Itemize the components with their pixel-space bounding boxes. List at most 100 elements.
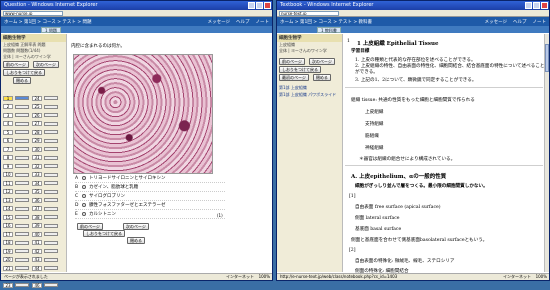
help-link[interactable]: ヘルプ bbox=[236, 19, 250, 25]
zoom-level[interactable]: 100% bbox=[259, 274, 270, 280]
question-number[interactable]: 32 bbox=[32, 163, 42, 169]
ctrl-bookmark-button[interactable]: しおりをつけて戻る bbox=[83, 230, 125, 237]
address-bar[interactable]: www-nurse.jp bbox=[3, 10, 63, 16]
question-number[interactable]: 41 bbox=[32, 240, 42, 246]
question-number[interactable]: 1 bbox=[3, 95, 13, 101]
question-number[interactable]: 37 bbox=[32, 206, 42, 212]
objective-2: 2. 上皮組織の特性、自由表面の特性化、細胞間結合、結合基底面の特性について述べ… bbox=[355, 64, 545, 75]
question-number[interactable]: 34 bbox=[32, 180, 42, 186]
exit-button[interactable]: 閉める bbox=[13, 77, 31, 84]
question-number[interactable]: 3 bbox=[3, 112, 13, 118]
question-number[interactable]: 10 bbox=[3, 172, 13, 178]
note-link[interactable]: ノート bbox=[256, 19, 270, 25]
zoom-level[interactable]: 100% bbox=[536, 274, 547, 280]
toc-section-link[interactable]: 第1部 上皮組織 bbox=[277, 82, 342, 91]
next-page-button[interactable]: 次のページ bbox=[32, 61, 59, 68]
question-number[interactable]: 36 bbox=[32, 197, 42, 203]
question-row: 5 28 bbox=[3, 128, 61, 137]
vertical-scrollbar[interactable] bbox=[544, 34, 549, 272]
ctrl-next-button[interactable]: 次のページ bbox=[122, 223, 149, 230]
answer-option[interactable]: E カルシトニン bbox=[75, 210, 225, 219]
question-number[interactable]: 19 bbox=[3, 248, 13, 254]
answer-option[interactable]: B カゼイン、脂肪球と乳糖 bbox=[75, 183, 225, 192]
toc-slides-link[interactable]: 第1部 上皮組織 パワポスライド bbox=[277, 91, 342, 99]
close-icon[interactable] bbox=[541, 2, 548, 9]
question-number[interactable]: 24 bbox=[32, 95, 42, 101]
question-number[interactable]: 27 bbox=[32, 121, 42, 127]
prev-page-button[interactable]: 前のページ bbox=[279, 58, 305, 65]
question-status-bar bbox=[44, 104, 58, 109]
question-number[interactable]: 14 bbox=[3, 206, 13, 212]
option-radio[interactable] bbox=[82, 212, 86, 216]
minimize-icon[interactable] bbox=[248, 2, 255, 9]
question-number[interactable]: 26 bbox=[32, 112, 42, 118]
question-number[interactable]: 42 bbox=[32, 248, 42, 254]
question-number[interactable]: 20 bbox=[3, 257, 13, 263]
next-page-button[interactable]: 次のページ bbox=[308, 58, 335, 65]
exit-button[interactable]: 閉める bbox=[312, 74, 331, 81]
question-number[interactable]: 18 bbox=[3, 240, 13, 246]
question-number[interactable]: 31 bbox=[32, 155, 42, 161]
question-number[interactable]: 39 bbox=[32, 223, 42, 229]
message-link[interactable]: メッセージ bbox=[485, 19, 507, 25]
question-number[interactable]: 7 bbox=[3, 146, 13, 152]
question-number[interactable]: 30 bbox=[32, 146, 42, 152]
lateral-surface: 側面 lateral surface bbox=[355, 216, 400, 221]
question-number[interactable]: 11 bbox=[3, 180, 13, 186]
question-number[interactable]: 21 bbox=[3, 265, 13, 271]
question-number[interactable]: 13 bbox=[3, 197, 13, 203]
scrollbar-thumb[interactable] bbox=[545, 44, 549, 72]
close-icon[interactable] bbox=[264, 2, 271, 9]
answer-option[interactable]: C サイログロブリン bbox=[75, 192, 225, 201]
address-bar[interactable]: nurse-text.jp bbox=[279, 10, 339, 16]
question-number[interactable]: 6 bbox=[3, 138, 13, 144]
question-status-bar bbox=[15, 155, 29, 160]
question-number[interactable]: 28 bbox=[32, 129, 42, 135]
site-header: ホーム > 第1回 > コース > テスト > 教科書 メッセージ ヘルプ ノー… bbox=[277, 17, 549, 26]
question-number[interactable]: 40 bbox=[32, 231, 42, 237]
question-number[interactable]: 29 bbox=[32, 138, 42, 144]
question-number[interactable]: 38 bbox=[32, 214, 42, 220]
question-row: 16 39 bbox=[3, 222, 61, 231]
question-number[interactable]: 35 bbox=[32, 189, 42, 195]
answer-option[interactable]: A トリヨードサイロニンとサイロキシン bbox=[75, 174, 225, 183]
question-number[interactable]: 8 bbox=[3, 155, 13, 161]
question-number[interactable]: 23 bbox=[3, 282, 13, 288]
option-radio[interactable] bbox=[82, 176, 86, 180]
tab-textbook[interactable]: 1 教科書 bbox=[317, 27, 341, 33]
question-status-bar bbox=[44, 189, 58, 194]
first-page-button[interactable]: 最初のページ bbox=[279, 74, 309, 81]
maximize-icon[interactable] bbox=[256, 2, 263, 9]
note-link[interactable]: ノート bbox=[533, 19, 547, 25]
question-number[interactable]: 25 bbox=[32, 104, 42, 110]
help-link[interactable]: ヘルプ bbox=[513, 19, 527, 25]
answer-option[interactable]: D 腺性フォスファターゼとエステラーゼ bbox=[75, 201, 225, 210]
question-number[interactable]: 9 bbox=[3, 163, 13, 169]
question-number[interactable]: 12 bbox=[3, 189, 13, 195]
question-number[interactable]: 17 bbox=[3, 231, 13, 237]
question-number[interactable]: 4 bbox=[3, 121, 13, 127]
bookmark-button[interactable]: しおりをつけて戻る bbox=[3, 69, 45, 76]
option-radio[interactable] bbox=[82, 203, 86, 207]
question-number[interactable]: 2 bbox=[3, 104, 13, 110]
question-number[interactable]: 15 bbox=[3, 214, 13, 220]
prev-page-button[interactable]: 前のページ bbox=[3, 61, 29, 68]
maximize-icon[interactable] bbox=[533, 2, 540, 9]
question-status-bar bbox=[44, 113, 58, 118]
window-titlebar[interactable]: Textbook - Windows Internet Explorer bbox=[277, 1, 549, 10]
question-number[interactable]: 44 bbox=[32, 265, 42, 271]
ctrl-prev-button[interactable]: 前のページ bbox=[77, 223, 103, 230]
tab-question[interactable]: 1 問題 bbox=[41, 27, 61, 33]
ctrl-exit-button[interactable]: 閉める bbox=[127, 237, 145, 244]
question-number[interactable]: 16 bbox=[3, 223, 13, 229]
question-number[interactable]: 33 bbox=[32, 172, 42, 178]
window-titlebar[interactable]: Question - Windows Internet Explorer bbox=[1, 1, 272, 10]
question-number[interactable]: 46 bbox=[32, 282, 42, 288]
question-number[interactable]: 5 bbox=[3, 129, 13, 135]
question-number[interactable]: 43 bbox=[32, 257, 42, 263]
bookmark-button[interactable]: しおりをつけて戻る bbox=[279, 66, 321, 73]
minimize-icon[interactable] bbox=[525, 2, 532, 9]
option-radio[interactable] bbox=[82, 185, 86, 189]
message-link[interactable]: メッセージ bbox=[208, 19, 230, 25]
option-radio[interactable] bbox=[82, 194, 86, 198]
